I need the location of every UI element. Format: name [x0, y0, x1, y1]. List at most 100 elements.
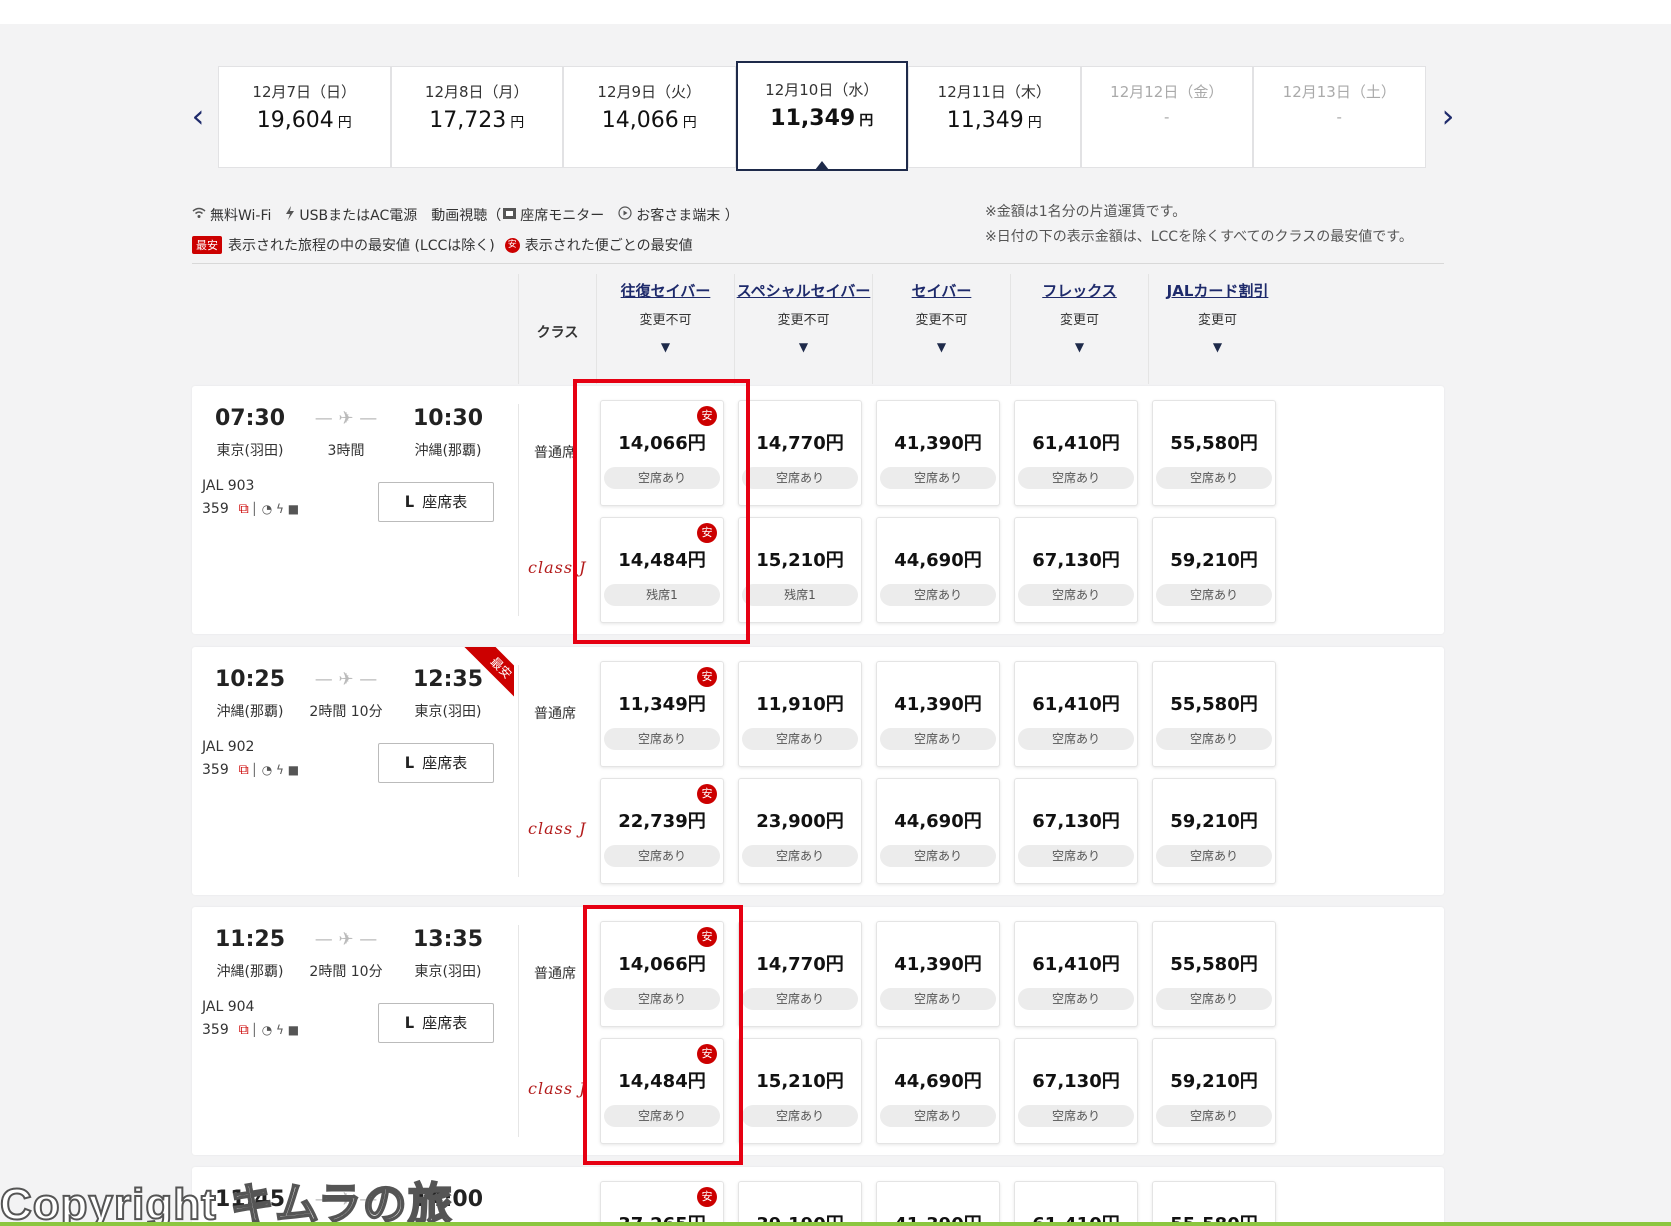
expand-triangle-icon[interactable]: ▼ [873, 340, 1010, 354]
fare-cell[interactable]: 41,390円 空席あり [876, 400, 1000, 506]
flight-duration: 3時間 [327, 443, 365, 459]
plane-icon: — ✈ — [314, 669, 378, 690]
fare-cell[interactable]: 23,900円 空席あり [738, 778, 862, 884]
fare-name-link[interactable]: スペシャルセイバー [735, 280, 872, 301]
seat-availability: 空席あり [880, 1105, 996, 1127]
fare-header-special-saver: スペシャルセイバー 変更不可 ▼ [734, 274, 872, 384]
fare-cell[interactable]: 67,130円 空席あり [1014, 1038, 1138, 1144]
fare-name-link[interactable]: フレックス [1011, 280, 1148, 301]
date-price: - [1082, 108, 1253, 126]
date-strip: 12月7日（日） 19,604 円 12月8日（月） 17,723 円 12月9日（火）… [218, 61, 1426, 171]
highlight-box [583, 905, 743, 1165]
aircraft-info: 359 ⧉ │ ◔ ϟ ■ [202, 762, 299, 778]
date-tab-1211[interactable]: 12月11日（木） 11,349 円 [908, 66, 1081, 168]
fare-price: 61,410円 [1032, 694, 1120, 715]
fare-cell[interactable]: 安 11,349円 空席あり [600, 661, 724, 767]
fare-cell[interactable]: 15,210円 空席あり [738, 1038, 862, 1144]
fare-cell[interactable]: 11,910円 空席あり [738, 661, 862, 767]
fare-cell[interactable]: 61,410円 空席あり [1014, 400, 1138, 506]
date-label: 12月11日（木） [937, 83, 1051, 101]
yen-unit: 円 [510, 115, 525, 131]
fare-cell[interactable]: 44,690円 空席あり [876, 778, 1000, 884]
prev-date-arrow[interactable]: ‹ [186, 100, 210, 136]
fare-price: 67,130円 [1032, 1071, 1120, 1092]
next-date-arrow[interactable]: › [1436, 100, 1460, 136]
fare-cell[interactable]: 41,390円 [876, 1181, 1000, 1226]
amenity-icons: │ ◔ ϟ ■ [250, 502, 300, 516]
fare-cell[interactable]: 59,210円 空席あり [1152, 778, 1276, 884]
fare-price: 55,580円 [1170, 694, 1258, 715]
seatmap-button[interactable]: ᒪ 座席表 [378, 482, 494, 522]
fare-price: 61,410円 [1032, 954, 1120, 975]
date-label: 12月9日（火） [597, 83, 702, 101]
fare-cell[interactable]: 67,130円 空席あり [1014, 517, 1138, 623]
seat-availability: 空席あり [880, 467, 996, 489]
copyright-watermark: Copyright キムラの旅 [0, 1179, 453, 1226]
seat-availability: 残席1 [742, 584, 858, 606]
fare-cell[interactable]: 55,580円 空席あり [1152, 400, 1276, 506]
legend-terminal-text: お客さま端末 ） [636, 208, 739, 224]
aircraft-link-icon[interactable]: ⧉ [239, 762, 249, 778]
aircraft-link-icon[interactable]: ⧉ [239, 1022, 249, 1038]
fare-cell[interactable]: 44,690円 空席あり [876, 1038, 1000, 1144]
fare-cell[interactable]: 55,580円 [1152, 1181, 1276, 1226]
fare-cell[interactable]: 44,690円 空席あり [876, 517, 1000, 623]
seatmap-label: 座席表 [422, 493, 468, 511]
fare-cell[interactable]: 55,580円 空席あり [1152, 921, 1276, 1027]
fare-price: 15,210円 [756, 1071, 844, 1092]
fare-cell[interactable]: 41,390円 空席あり [876, 921, 1000, 1027]
date-tab-1209[interactable]: 12月9日（火） 14,066 円 [563, 66, 736, 168]
fare-price: 59,210円 [1170, 550, 1258, 571]
fare-cell[interactable]: 67,130円 空席あり [1014, 778, 1138, 884]
flight-row-jal904: 11:25 — ✈ — 13:35 沖縄(那覇) 2時間 10分 東京(羽田) … [192, 907, 1444, 1155]
power-bolt-icon [285, 206, 295, 224]
fare-cell[interactable]: 59,210円 空席あり [1152, 1038, 1276, 1144]
flight-row-jal902: 最安 10:25 — ✈ — 12:35 沖縄(那覇) 2時間 10分 東京(羽… [192, 647, 1444, 895]
fare-price: 44,690円 [894, 811, 982, 832]
aircraft-info: 359 ⧉ │ ◔ ϟ ■ [202, 501, 299, 517]
seat-availability: 空席あり [742, 988, 858, 1010]
yen-unit: 円 [1027, 115, 1042, 131]
date-tab-1208[interactable]: 12月8日（月） 17,723 円 [390, 66, 563, 168]
fare-price: 55,580円 [1170, 433, 1258, 454]
fare-cell[interactable]: 安 22,739円 空席あり [600, 778, 724, 884]
legend-lowest-text: 表示された旅程の中の最安値 (LCCは除く) [228, 238, 495, 254]
expand-triangle-icon[interactable]: ▼ [597, 340, 734, 354]
expand-triangle-icon[interactable]: ▼ [735, 340, 872, 354]
fare-cell[interactable]: 59,210円 空席あり [1152, 517, 1276, 623]
date-tab-1210-selected[interactable]: 12月10日（水） 11,349 円 [735, 61, 908, 171]
flight-row-jal903: 07:30 — ✈ — 10:30 東京(羽田) 3時間 沖縄(那覇) JAL … [192, 386, 1444, 634]
seatmap-button[interactable]: ᒪ 座席表 [378, 1003, 494, 1043]
fare-price: 41,390円 [894, 954, 982, 975]
date-tab-1207[interactable]: 12月7日（日） 19,604 円 [218, 66, 391, 168]
fare-cell[interactable]: 61,410円 空席あり [1014, 921, 1138, 1027]
fare-cell[interactable]: 41,390円 空席あり [876, 661, 1000, 767]
flight-duration: 2時間 10分 [309, 964, 383, 980]
seatmap-button[interactable]: ᒪ 座席表 [378, 743, 494, 783]
expand-triangle-icon[interactable]: ▼ [1011, 340, 1148, 354]
fare-cell[interactable]: 15,210円 残席1 [738, 517, 862, 623]
highlight-box [573, 379, 750, 644]
expand-triangle-icon[interactable]: ▼ [1149, 340, 1286, 354]
fare-price: 14,770円 [756, 954, 844, 975]
aircraft-link-icon[interactable]: ⧉ [239, 501, 249, 517]
fare-cell[interactable]: 55,580円 空席あり [1152, 661, 1276, 767]
fare-name-link[interactable]: セイバー [873, 280, 1010, 301]
fare-cell[interactable]: 61,410円 空席あり [1014, 661, 1138, 767]
seat-icon: ᒪ [404, 754, 415, 772]
fare-price: 59,210円 [1170, 811, 1258, 832]
seatmap-label: 座席表 [422, 1014, 468, 1032]
wifi-icon [192, 207, 206, 223]
seat-availability: 空席あり [1018, 1105, 1134, 1127]
fare-name-link[interactable]: JALカード割引 [1149, 280, 1286, 301]
fare-price: 41,390円 [894, 694, 982, 715]
fare-cell[interactable]: 14,770円 空席あり [738, 400, 862, 506]
seat-availability: 空席あり [742, 1105, 858, 1127]
fare-name-link[interactable]: 往復セイバー [597, 280, 734, 301]
amenity-icons: │ ◔ ϟ ■ [250, 763, 300, 777]
fare-cell[interactable]: 14,770円 空席あり [738, 921, 862, 1027]
fare-cell[interactable]: 安 37,265円 [600, 1181, 724, 1226]
fare-price: 14,770円 [756, 433, 844, 454]
fare-cell[interactable]: 39,190円 [738, 1181, 862, 1226]
fare-cell[interactable]: 61,410円 [1014, 1181, 1138, 1226]
